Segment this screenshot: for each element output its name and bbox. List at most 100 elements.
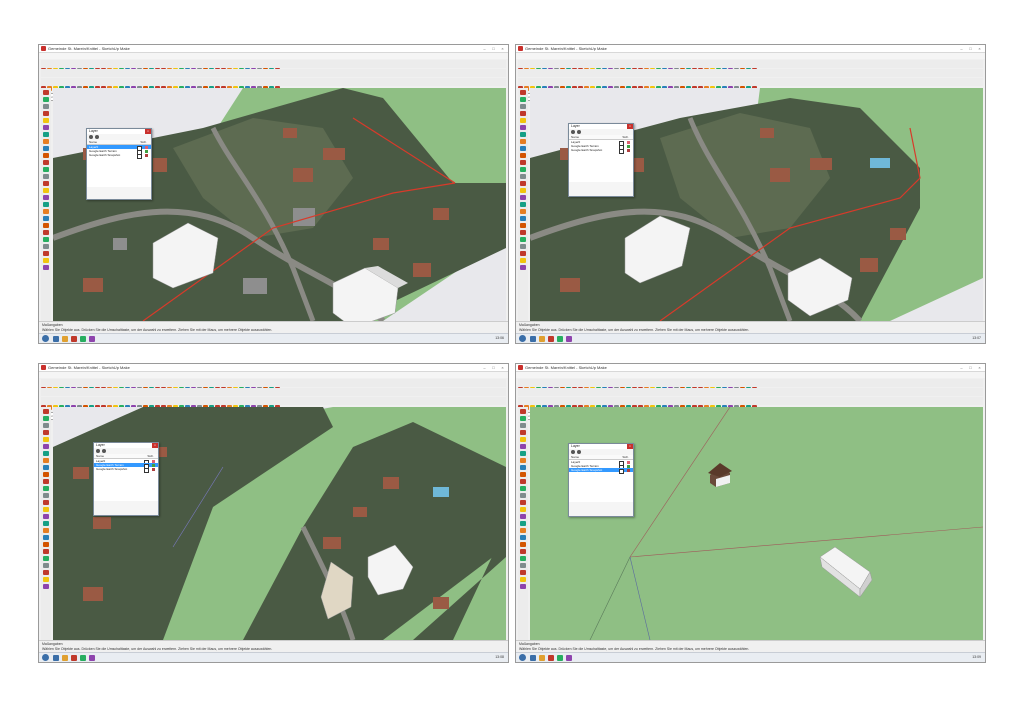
drawing-tool-icon[interactable]: [520, 111, 526, 116]
drawing-tool-icon[interactable]: [520, 265, 526, 270]
maximize-icon[interactable]: □: [967, 46, 974, 51]
drawing-tool-icon[interactable]: [43, 174, 49, 179]
model-viewport[interactable]: Layer × Name Sich. Layer0 Google Earth Ter…: [530, 407, 983, 640]
drawing-tool-icon[interactable]: [520, 549, 526, 554]
taskbar-app-icon[interactable]: [53, 335, 59, 342]
taskbar-app-icon[interactable]: [539, 654, 545, 661]
drawing-tool-icon[interactable]: [43, 514, 49, 519]
minimize-icon[interactable]: –: [481, 46, 488, 51]
drawing-tool-icon[interactable]: [520, 139, 526, 144]
drawing-tool-icon[interactable]: [520, 146, 526, 151]
drawing-tool-icon[interactable]: [520, 458, 526, 463]
drawing-tool-icon[interactable]: [43, 479, 49, 484]
drawing-tool-icon[interactable]: [520, 570, 526, 575]
drawing-tool-icon[interactable]: [43, 584, 49, 589]
drawing-tool-icon[interactable]: [43, 549, 49, 554]
drawing-tool-icon[interactable]: [43, 507, 49, 512]
drawing-tool-icon[interactable]: [43, 570, 49, 575]
drawing-tool-icon[interactable]: [43, 125, 49, 130]
drawing-tool-icon[interactable]: [43, 146, 49, 151]
drawing-tool-icon[interactable]: [43, 430, 49, 435]
drawing-tool-icon[interactable]: [520, 153, 526, 158]
drawing-tool-icon[interactable]: [520, 507, 526, 512]
drawing-tool-icon[interactable]: [520, 521, 526, 526]
drawing-tool-icon[interactable]: [520, 223, 526, 228]
drawing-tool-icon[interactable]: [520, 409, 526, 414]
drawing-tool-icon[interactable]: [520, 188, 526, 193]
drawing-tool-icon[interactable]: [520, 216, 526, 221]
taskbar-app-icon[interactable]: [80, 335, 86, 342]
drawing-tool-icon[interactable]: [43, 563, 49, 568]
taskbar-app-icon[interactable]: [557, 335, 563, 342]
drawing-tool-icon[interactable]: [520, 542, 526, 547]
delete-layer-icon[interactable]: [95, 135, 99, 139]
drawing-tool-icon[interactable]: [520, 195, 526, 200]
drawing-tool-icon[interactable]: [520, 535, 526, 540]
drawing-tool-icon[interactable]: [520, 160, 526, 165]
drawing-tool-icon[interactable]: [520, 167, 526, 172]
layer-color-swatch[interactable]: [145, 153, 148, 157]
drawing-tool-icon[interactable]: [520, 486, 526, 491]
close-icon[interactable]: ×: [976, 46, 983, 51]
drawing-tool-icon[interactable]: [43, 465, 49, 470]
close-icon[interactable]: ×: [499, 46, 506, 51]
drawing-tool-icon[interactable]: [520, 251, 526, 256]
maximize-icon[interactable]: □: [967, 365, 974, 370]
drawing-tool-icon[interactable]: [43, 486, 49, 491]
taskbar-app-icon[interactable]: [80, 654, 86, 661]
drawing-tool-icon[interactable]: [43, 451, 49, 456]
drawing-tool-icon[interactable]: [43, 493, 49, 498]
drawing-tool-icon[interactable]: [43, 195, 49, 200]
visible-checkbox[interactable]: [619, 148, 624, 154]
drawing-tool-icon[interactable]: [43, 139, 49, 144]
maximize-icon[interactable]: □: [490, 46, 497, 51]
drawing-tool-icon[interactable]: [520, 528, 526, 533]
delete-layer-icon[interactable]: [577, 450, 581, 454]
drawing-tool-icon[interactable]: [43, 437, 49, 442]
drawing-tool-icon[interactable]: [43, 181, 49, 186]
model-viewport[interactable]: Layer × Name Sich. Layer0 Google Earth Ter…: [530, 88, 983, 321]
start-button-icon[interactable]: [42, 654, 49, 661]
layer-row[interactable]: Google Earth Snapshot: [569, 148, 633, 154]
drawing-tool-icon[interactable]: [43, 244, 49, 249]
taskbar-app-icon[interactable]: [89, 654, 95, 661]
drawing-tool-icon[interactable]: [43, 111, 49, 116]
taskbar-app-icon[interactable]: [53, 654, 59, 661]
drawing-tool-icon[interactable]: [520, 174, 526, 179]
add-layer-icon[interactable]: [571, 450, 575, 454]
layer-row[interactable]: Google Earth Snapshot: [94, 467, 158, 473]
drawing-tool-icon[interactable]: [520, 430, 526, 435]
layer-row[interactable]: Google Earth Snapshot: [87, 153, 151, 159]
taskbar-app-icon[interactable]: [62, 335, 68, 342]
drawing-tool-icon[interactable]: [43, 458, 49, 463]
drawing-tool-icon[interactable]: [43, 409, 49, 414]
drawing-tool-icon[interactable]: [520, 97, 526, 102]
close-icon[interactable]: ×: [976, 365, 983, 370]
delete-layer-icon[interactable]: [102, 449, 106, 453]
start-button-icon[interactable]: [519, 654, 526, 661]
add-layer-icon[interactable]: [96, 449, 100, 453]
drawing-tool-icon[interactable]: [43, 577, 49, 582]
drawing-tool-icon[interactable]: [43, 416, 49, 421]
drawing-tool-icon[interactable]: [43, 265, 49, 270]
drawing-tool-icon[interactable]: [520, 132, 526, 137]
drawing-tool-icon[interactable]: [43, 230, 49, 235]
drawing-tool-icon[interactable]: [43, 251, 49, 256]
layer-color-swatch[interactable]: [627, 148, 630, 152]
drawing-tool-icon[interactable]: [520, 500, 526, 505]
drawing-tool-icon[interactable]: [520, 104, 526, 109]
drawing-tool-icon[interactable]: [43, 216, 49, 221]
taskbar-app-icon[interactable]: [548, 335, 554, 342]
drawing-tool-icon[interactable]: [520, 479, 526, 484]
drawing-tool-icon[interactable]: [520, 577, 526, 582]
drawing-tool-icon[interactable]: [520, 258, 526, 263]
drawing-tool-icon[interactable]: [520, 423, 526, 428]
drawing-tool-icon[interactable]: [43, 202, 49, 207]
layer-color-swatch[interactable]: [152, 467, 155, 471]
add-layer-icon[interactable]: [571, 130, 575, 134]
taskbar-app-icon[interactable]: [530, 335, 536, 342]
taskbar-app-icon[interactable]: [530, 654, 536, 661]
drawing-tool-icon[interactable]: [520, 514, 526, 519]
model-viewport[interactable]: Layer × Name Sich. Layer0 Google Earth Ter…: [53, 88, 506, 321]
taskbar-app-icon[interactable]: [566, 335, 572, 342]
